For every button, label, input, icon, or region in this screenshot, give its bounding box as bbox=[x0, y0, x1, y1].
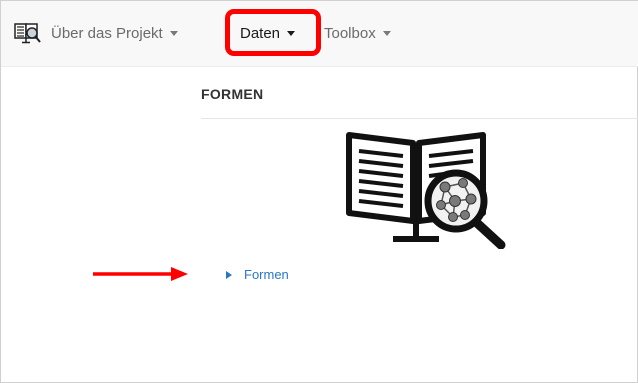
formen-link-label: Formen bbox=[244, 267, 289, 282]
nav-toolbox-dropdown[interactable]: Toolbox bbox=[324, 25, 391, 42]
annotation-arrow bbox=[93, 267, 188, 281]
top-navbar: Über das Projekt Daten Toolbox bbox=[1, 1, 638, 67]
nav-data-dropdown[interactable]: Daten bbox=[240, 25, 296, 42]
caret-down-icon bbox=[287, 31, 296, 36]
caret-down-icon bbox=[169, 31, 178, 36]
book-network-magnifier-icon bbox=[346, 132, 506, 249]
page-title: FORMEN bbox=[201, 86, 264, 102]
nav-toolbox-label: Toolbox bbox=[324, 25, 376, 42]
nav-about-project-dropdown[interactable]: Über das Projekt bbox=[51, 25, 178, 42]
divider bbox=[201, 118, 638, 119]
formen-link[interactable]: Formen bbox=[226, 267, 289, 282]
nav-data-label: Daten bbox=[240, 25, 281, 42]
nav-about-project-label: Über das Projekt bbox=[51, 25, 163, 42]
caret-down-icon bbox=[382, 31, 391, 36]
book-magnifier-icon[interactable] bbox=[14, 22, 42, 44]
caret-right-icon bbox=[226, 270, 232, 279]
